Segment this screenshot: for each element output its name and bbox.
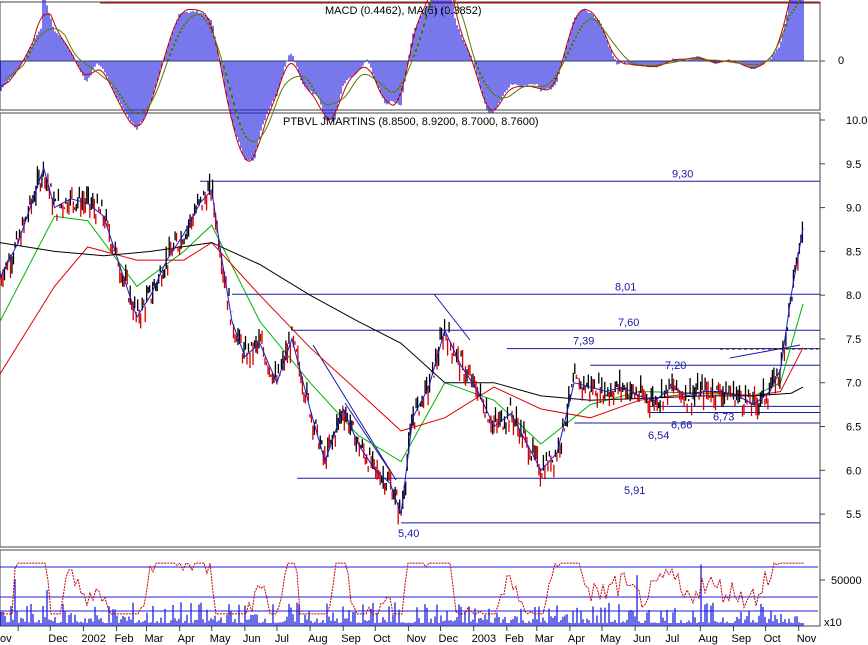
support-resistance-label: 5,91	[624, 485, 645, 497]
x-tick-label: Jul	[665, 633, 679, 645]
x-tick-label: Mar	[144, 633, 163, 645]
volume-multiplier: x10	[824, 617, 842, 629]
price-tick-label: 6.0	[846, 465, 861, 477]
x-tick-label: Jun	[243, 633, 261, 645]
x-tick-label: Nov	[797, 633, 817, 645]
x-tick-label: ov	[0, 633, 12, 645]
price-tick-label: 7.0	[846, 378, 861, 390]
x-tick-label: 2002	[81, 633, 105, 645]
x-tick-label: Sep	[731, 633, 751, 645]
support-resistance-label: 8,01	[615, 281, 636, 293]
support-resistance-label: 9,30	[672, 168, 693, 180]
price-tick-label: 9.5	[846, 159, 861, 171]
x-tick-label: Apr	[568, 633, 585, 645]
volume-tick: 50000	[831, 575, 862, 587]
price-tick-label: 9.0	[846, 203, 861, 215]
x-tick-label: 2003	[472, 633, 496, 645]
price-tick-label: 10.0	[846, 115, 867, 127]
x-tick-label: Nov	[406, 633, 426, 645]
support-resistance-label: 7,60	[618, 317, 639, 329]
x-tick-label: Dec	[48, 633, 68, 645]
price-tick-label: 7.5	[846, 334, 861, 346]
x-tick-label: Jul	[275, 633, 289, 645]
macd-title: MACD (0.4462), MA(5) (0.3852)	[325, 5, 482, 17]
x-tick-label: Jun	[633, 633, 651, 645]
x-tick-label: Apr	[178, 633, 195, 645]
support-resistance-label: 7,20	[665, 360, 686, 372]
x-tick-label: Aug	[698, 633, 718, 645]
stock-chart: 9,30 8,01 7,60 7,39 7,20 6,73 6,666,54 5,91 5,40…	[0, 0, 868, 645]
price-tick-label: 6.5	[846, 422, 861, 434]
price-title: PTBVL JMARTINS (8.8500, 8.9200, 8.7000, …	[283, 116, 539, 128]
support-resistance-label: 5,40	[398, 528, 419, 540]
x-tick-label: Feb	[505, 633, 524, 645]
x-tick-label: Sep	[341, 633, 361, 645]
x-tick-label: May	[210, 633, 231, 645]
x-tick-label: Mar	[535, 633, 554, 645]
price-tick-label: 8.0	[846, 290, 861, 302]
support-resistance-label: 6,54	[648, 430, 669, 442]
macd-zero-tick: 0	[838, 55, 844, 67]
x-tick-label: Dec	[439, 633, 459, 645]
x-tick-label: May	[600, 633, 621, 645]
x-tick-label: Oct	[373, 633, 390, 645]
support-resistance-label: 6,66	[671, 420, 692, 432]
price-tick-label: 8.5	[846, 246, 861, 258]
x-tick-label: Feb	[115, 633, 134, 645]
support-resistance-label: 6,73	[713, 411, 734, 423]
x-tick-label: Oct	[764, 633, 781, 645]
price-tick-label: 5.5	[846, 509, 861, 521]
x-tick-label: Aug	[308, 633, 328, 645]
support-resistance-label: 7,39	[573, 336, 594, 348]
